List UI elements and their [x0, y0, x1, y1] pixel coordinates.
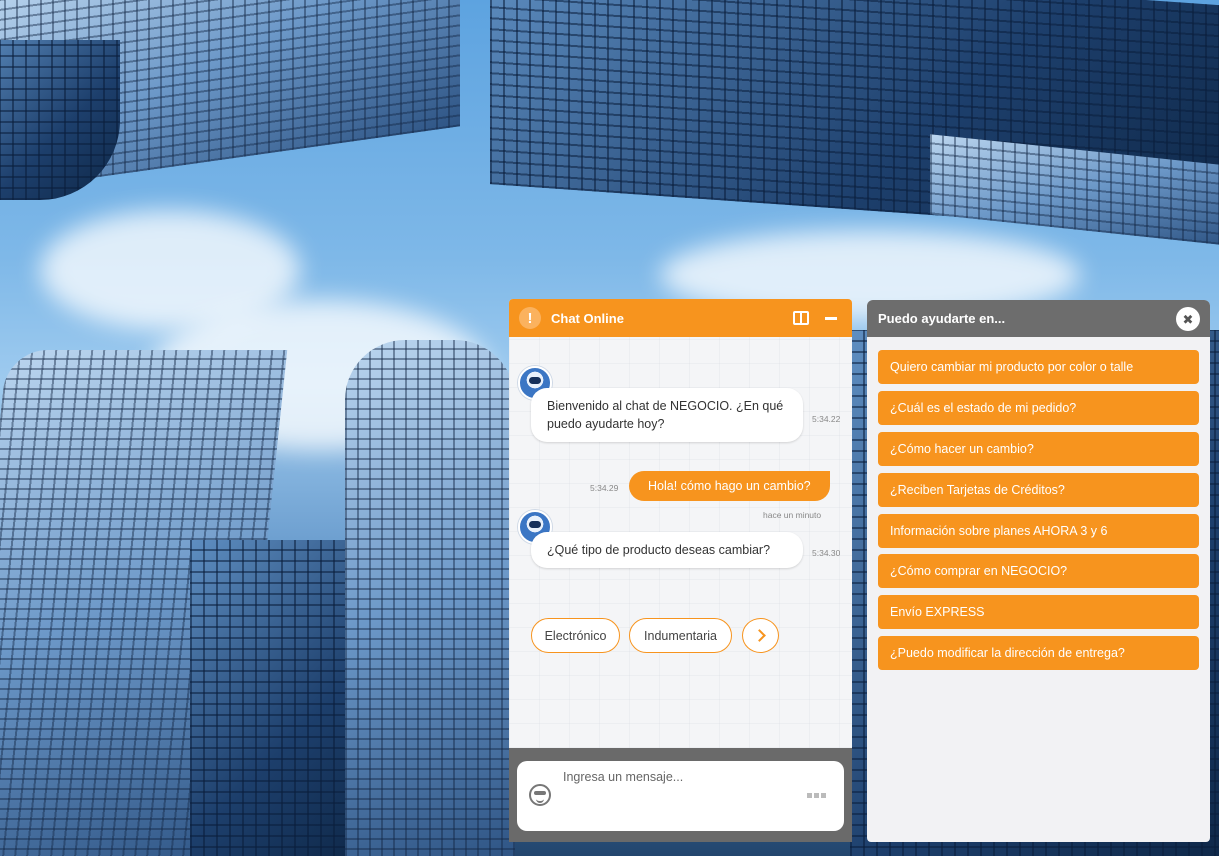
help-topic-item[interactable]: ¿Reciben Tarjetas de Créditos? [878, 472, 1199, 507]
help-topic-item[interactable]: ¿Cómo hacer un cambio? [878, 431, 1199, 466]
help-topic-item[interactable]: Información sobre planes AHORA 3 y 6 [878, 513, 1199, 548]
help-topic-item[interactable]: ¿Puedo modificar la dirección de entrega… [878, 636, 1199, 671]
close-button[interactable]: ✖ [1176, 307, 1200, 331]
message-input[interactable] [563, 770, 793, 784]
bot-message: Bienvenido al chat de NEGOCIO. ¿En qué p… [531, 388, 803, 442]
message-time: 5:34.30 [812, 548, 841, 558]
message-time: 5:34.22 [812, 414, 841, 424]
user-message: Hola! cómo hago un cambio? [629, 471, 830, 501]
message-status: hace un minuto [763, 510, 822, 520]
chat-title: Chat Online [551, 310, 624, 326]
chat-messages[interactable]: Bienvenido al chat de NEGOCIO. ¿En qué p… [509, 337, 852, 748]
chat-header: ! Chat Online [509, 299, 852, 337]
message-time: 5:34.29 [590, 483, 619, 493]
chat-footer [509, 748, 852, 842]
help-topic-list: Quiero cambiar mi producto por color o t… [878, 350, 1199, 677]
next-choices-button[interactable] [742, 618, 779, 653]
alert-icon[interactable]: ! [519, 307, 541, 329]
chat-window: ! Chat Online Bienvenido al chat de NEGO… [509, 299, 852, 842]
help-topic-item[interactable]: ¿Cuál es el estado de mi pedido? [878, 390, 1199, 425]
split-view-icon [793, 311, 809, 325]
help-topic-item[interactable]: ¿Cómo comprar en NEGOCIO? [878, 554, 1199, 589]
help-header: Puedo ayudarte en... ✖ [867, 300, 1210, 337]
choice-electronico-button[interactable]: Electrónico [531, 618, 620, 653]
help-topic-item[interactable]: Quiero cambiar mi producto por color o t… [878, 350, 1199, 384]
close-icon: ✖ [1182, 311, 1194, 327]
help-panel: Puedo ayudarte en... ✖ Quiero cambiar mi… [867, 300, 1210, 842]
chevron-right-icon [752, 629, 766, 642]
message-input-box [517, 761, 844, 831]
choice-indumentaria-button[interactable]: Indumentaria [629, 618, 732, 653]
emoji-icon[interactable] [529, 784, 551, 806]
typing-dots-icon [807, 793, 826, 798]
help-topic-item[interactable]: Envío EXPRESS [878, 595, 1199, 630]
help-title: Puedo ayudarte en... [878, 311, 1006, 326]
minimize-button[interactable] [820, 307, 842, 329]
minimize-icon [825, 316, 837, 320]
bot-message: ¿Qué tipo de producto deseas cambiar? [531, 532, 803, 568]
split-view-button[interactable] [790, 307, 812, 329]
